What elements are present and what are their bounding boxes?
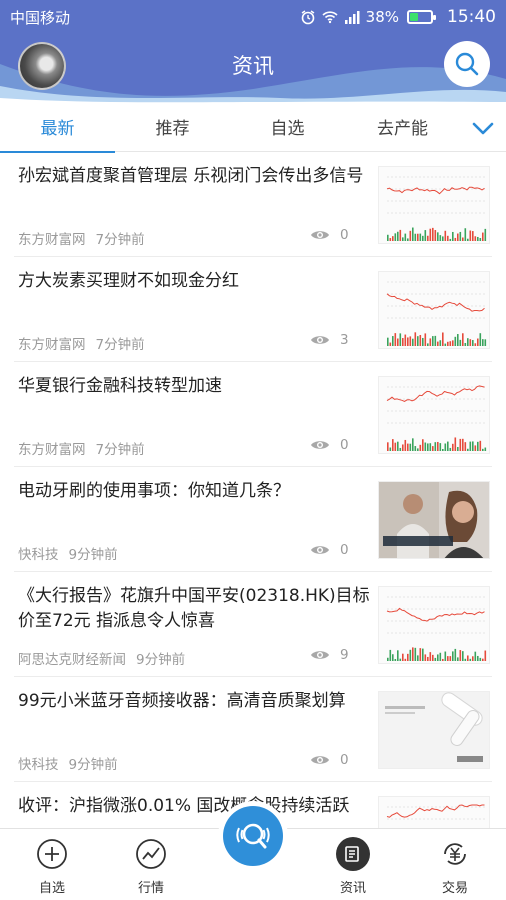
battery-percent: 38% — [365, 8, 399, 26]
tab-destocking[interactable]: 去产能 — [345, 106, 460, 152]
view-count: 0 — [310, 437, 349, 453]
tab-watchlist[interactable]: 自选 — [230, 106, 345, 152]
news-thumbnail — [378, 691, 490, 769]
nav-label: 行情 — [137, 881, 164, 896]
nav-label: 自选 — [38, 881, 65, 896]
news-title: 《大行报告》花旗升中国平安(02318.HK)目标价至72元 指派息令人惊喜 — [18, 586, 370, 631]
plus-circle-icon — [35, 837, 69, 871]
news-title: 收评：沪指微涨0.01% 国改概念股持续活跃 — [18, 796, 350, 816]
nav-news[interactable]: 资讯 — [318, 837, 388, 896]
chevron-down-icon — [472, 122, 494, 134]
news-thumbnail — [378, 586, 490, 664]
view-count: 0 — [310, 542, 349, 558]
wifi-icon — [322, 11, 338, 24]
app-header: 资讯 — [0, 34, 506, 106]
news-source: 东方财富网 — [18, 232, 86, 248]
eye-icon — [311, 441, 329, 449]
clock: 15:40 — [447, 7, 496, 27]
yuan-exchange-icon — [438, 837, 472, 871]
trend-chart-icon — [134, 837, 168, 871]
news-source: 快科技 — [18, 757, 59, 773]
news-thumbnail — [378, 166, 490, 244]
eye-icon — [311, 546, 329, 554]
stock-chart-image — [379, 797, 489, 828]
nav-watchlist[interactable]: 自选 — [17, 837, 87, 896]
radar-search-button[interactable] — [223, 806, 283, 866]
news-meta: 东方财富网 7分钟前 — [18, 228, 145, 248]
news-source: 东方财富网 — [18, 442, 86, 458]
news-title: 电动牙刷的使用事项：你知道几条？ — [18, 481, 290, 501]
alarm-icon — [301, 10, 315, 25]
news-source: 阿思达克财经新闻 — [18, 652, 126, 668]
view-count-value: 0 — [340, 227, 349, 243]
view-count: 9 — [310, 647, 349, 663]
news-meta: 东方财富网 7分钟前 — [18, 438, 145, 458]
news-thumbnail — [378, 796, 490, 828]
search-button[interactable] — [444, 41, 490, 87]
news-time: 7分钟前 — [95, 232, 145, 248]
view-count-value: 0 — [340, 752, 349, 768]
category-tabs: 最新 推荐 自选 去产能 — [0, 106, 506, 153]
news-time: 7分钟前 — [95, 337, 145, 353]
view-count: 0 — [310, 227, 349, 243]
news-time: 9分钟前 — [68, 547, 118, 563]
stock-chart-image — [379, 167, 489, 243]
news-meta: 阿思达克财经新闻 9分钟前 — [18, 648, 185, 668]
view-count-value: 0 — [340, 437, 349, 453]
battery-icon — [407, 10, 436, 24]
status-icons: 38% 15:40 — [300, 7, 496, 27]
radar-search-icon — [236, 823, 270, 849]
eye-icon — [311, 651, 329, 659]
news-meta: 快科技 9分钟前 — [18, 543, 118, 563]
eye-icon — [311, 231, 329, 239]
product-photo-image — [379, 692, 489, 768]
news-meta: 快科技 9分钟前 — [18, 753, 118, 773]
list-item[interactable]: 电动牙刷的使用事项：你知道几条？ 快科技 9分钟前 0 — [14, 467, 492, 572]
page-title: 资讯 — [232, 54, 274, 78]
nav-label: 资讯 — [339, 881, 366, 896]
view-count: 3 — [310, 332, 349, 348]
eye-icon — [311, 336, 329, 344]
news-time: 9分钟前 — [136, 652, 186, 668]
news-title: 孙宏斌首度聚首管理层 乐视闭门会传出多信号 — [18, 166, 364, 186]
news-icon — [336, 837, 370, 871]
carrier-name: 中国移动 — [10, 8, 71, 27]
news-time: 7分钟前 — [95, 442, 145, 458]
view-count-value: 0 — [340, 542, 349, 558]
news-title: 方大炭素买理财不如现金分红 — [18, 271, 239, 291]
news-list: 孙宏斌首度聚首管理层 乐视闭门会传出多信号 东方财富网 7分钟前 0 方大炭素买理… — [0, 152, 506, 828]
tab-recommended[interactable]: 推荐 — [115, 106, 230, 152]
stock-chart-image — [379, 377, 489, 453]
news-title: 华夏银行金融科技转型加速 — [18, 376, 222, 396]
nav-market[interactable]: 行情 — [116, 837, 186, 896]
search-icon — [455, 52, 479, 76]
view-count: 0 — [310, 752, 349, 768]
news-thumbnail — [378, 376, 490, 454]
list-item[interactable]: 方大炭素买理财不如现金分红 东方财富网 7分钟前 3 — [14, 257, 492, 362]
eye-icon — [311, 756, 329, 764]
status-bar: 中国移动 38% 15:40 — [0, 0, 506, 34]
list-item[interactable]: 《大行报告》花旗升中国平安(02318.HK)目标价至72元 指派息令人惊喜 阿… — [14, 572, 492, 677]
list-item[interactable]: 华夏银行金融科技转型加速 东方财富网 7分钟前 0 — [14, 362, 492, 467]
news-title: 99元小米蓝牙音频接收器：高清音质聚划算 — [18, 691, 346, 711]
news-thumbnail — [378, 271, 490, 349]
news-source: 东方财富网 — [18, 337, 86, 353]
nav-label: 交易 — [441, 881, 468, 896]
list-item[interactable]: 孙宏斌首度聚首管理层 乐视闭门会传出多信号 东方财富网 7分钟前 0 — [14, 152, 492, 257]
news-thumbnail — [378, 481, 490, 559]
view-count-value: 3 — [340, 332, 349, 348]
signal-icon — [344, 11, 360, 24]
stock-chart-image — [379, 272, 489, 348]
nav-trade[interactable]: 交易 — [420, 837, 490, 896]
list-item[interactable]: 99元小米蓝牙音频接收器：高清音质聚划算 快科技 9分钟前 0 — [14, 677, 492, 782]
news-source: 快科技 — [18, 547, 59, 563]
tabs-expand-button[interactable] — [460, 106, 506, 152]
tab-latest[interactable]: 最新 — [0, 106, 115, 153]
people-photo-image — [379, 482, 489, 558]
stock-chart-image — [379, 587, 489, 663]
news-time: 9分钟前 — [68, 757, 118, 773]
view-count-value: 9 — [340, 647, 349, 663]
news-meta: 东方财富网 7分钟前 — [18, 333, 145, 353]
